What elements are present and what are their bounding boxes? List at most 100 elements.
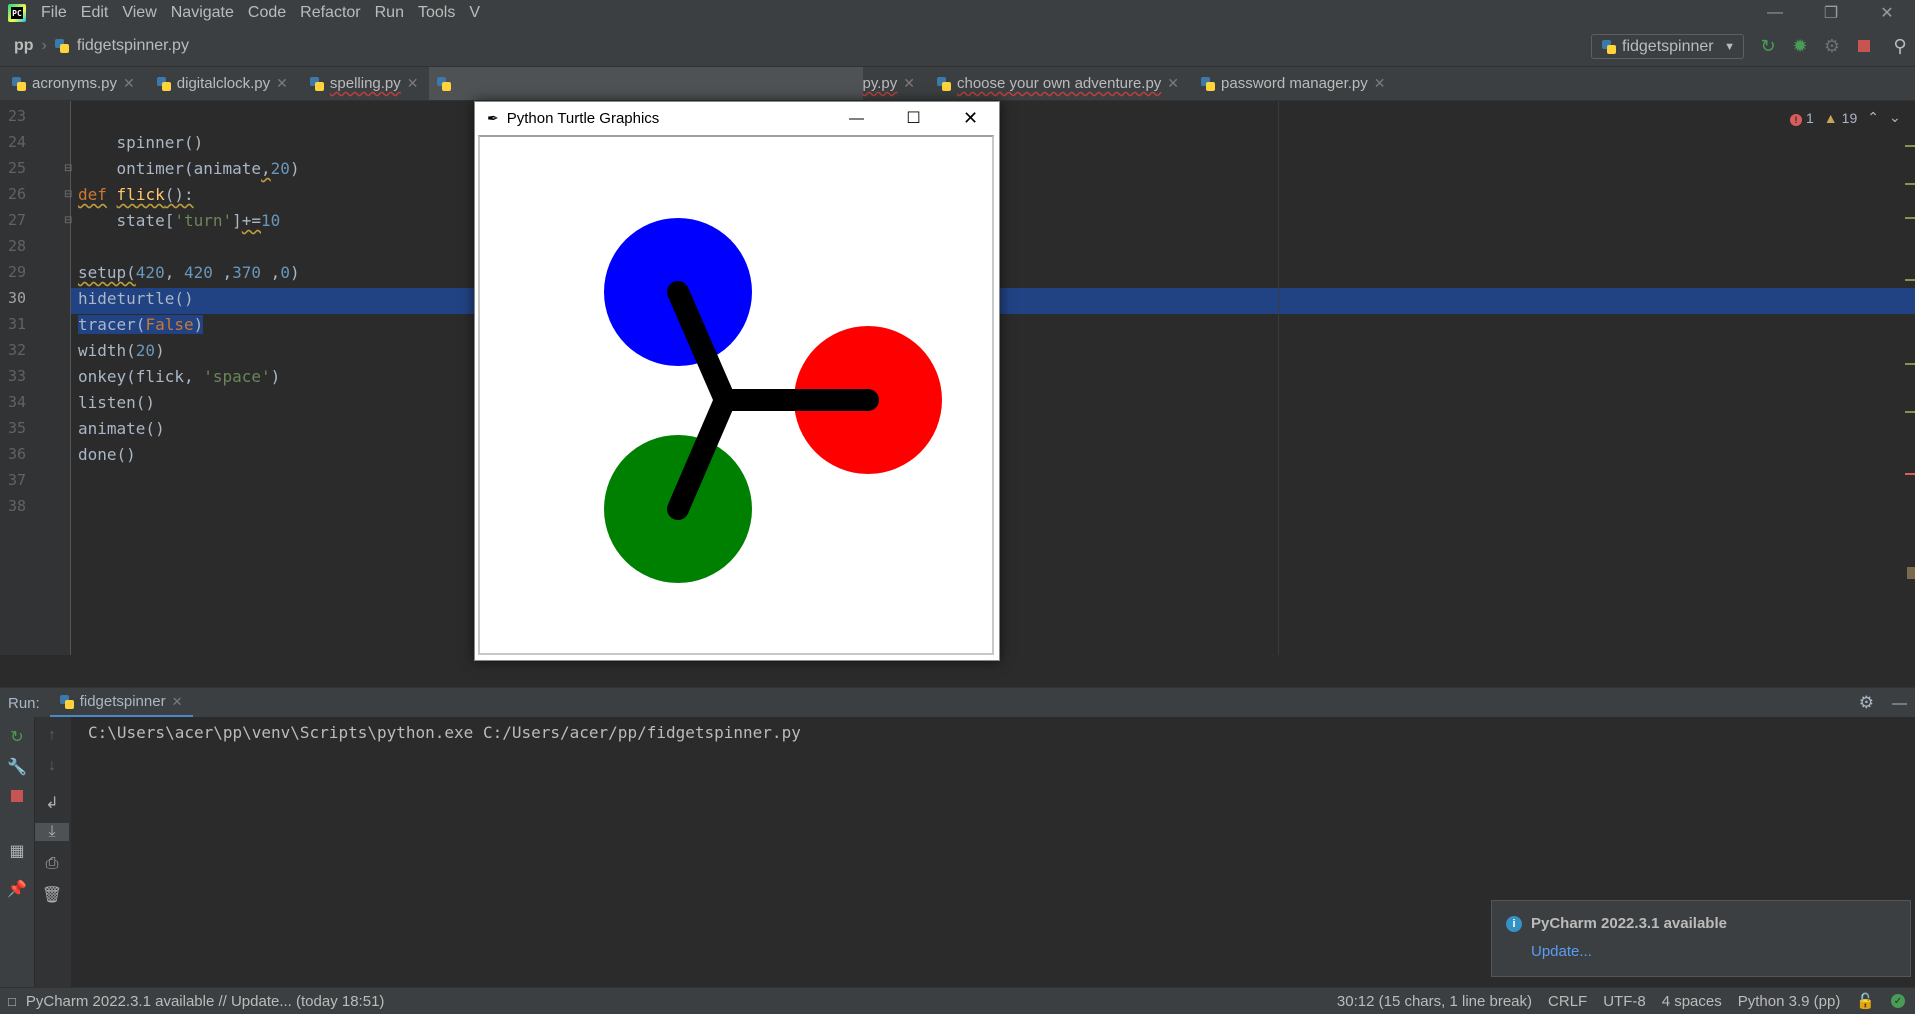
line-number: 34: [7, 393, 26, 411]
stop-icon[interactable]: [1852, 34, 1876, 58]
menu-tools[interactable]: Tools: [411, 0, 462, 26]
menu-edit[interactable]: Edit: [74, 0, 116, 26]
menu-refactor[interactable]: Refactor: [293, 0, 367, 26]
rerun-icon[interactable]: ↻: [0, 727, 34, 747]
status-bar: □ PyCharm 2022.3.1 available // Update..…: [0, 987, 1915, 1014]
rerun-icon[interactable]: ↻: [1756, 34, 1780, 58]
breadcrumb-file[interactable]: fidgetspinner.py: [77, 37, 189, 55]
run-tab-fidgetspinner[interactable]: fidgetspinner ✕: [49, 688, 193, 718]
line-number: 26: [7, 185, 26, 203]
tab-password-manager[interactable]: password manager.py ✕: [1189, 67, 1395, 100]
close-tab-icon[interactable]: ✕: [903, 75, 915, 92]
menu-file[interactable]: File: [34, 0, 74, 26]
line-number: 29: [7, 263, 26, 281]
info-icon: i: [1506, 916, 1522, 932]
trash-icon[interactable]: 🗑: [35, 885, 69, 905]
stop-icon[interactable]: [0, 789, 34, 807]
menu-navigate[interactable]: Navigate: [164, 0, 241, 26]
search-icon[interactable]: ⚲: [1888, 34, 1912, 58]
console-output[interactable]: C:\Users\acer\pp\venv\Scripts\python.exe…: [88, 723, 801, 742]
python-file-icon: [1201, 76, 1216, 91]
soft-wrap-icon[interactable]: ↲: [35, 793, 69, 813]
line-number: 28: [7, 237, 26, 255]
close-tab-icon[interactable]: ✕: [1374, 75, 1386, 92]
close-tab-icon[interactable]: ✕: [276, 75, 288, 92]
menu-run[interactable]: Run: [368, 0, 411, 26]
python-file-icon: [156, 76, 171, 91]
navigation-bar: pp › fidgetspinner.py fidgetspinner ▼ ↻ …: [0, 26, 1915, 67]
menu-view[interactable]: View: [115, 0, 163, 26]
warning-marker[interactable]: [1905, 183, 1915, 185]
warning-marker[interactable]: [1905, 411, 1915, 413]
hide-panel-icon[interactable]: —: [1892, 695, 1907, 712]
menu-code[interactable]: Code: [241, 0, 293, 26]
close-icon[interactable]: ✕: [1859, 0, 1915, 26]
close-icon[interactable]: ✕: [942, 108, 999, 129]
fold-icon[interactable]: ⊟: [64, 163, 72, 174]
error-marker[interactable]: [1905, 473, 1915, 475]
print-icon[interactable]: ⎙: [35, 855, 69, 873]
tab-spelling[interactable]: spelling.py ✕: [298, 67, 429, 100]
coverage-icon[interactable]: ⚙: [1820, 34, 1844, 58]
chevron-down-icon[interactable]: ⌄: [1889, 109, 1901, 126]
line-number: 32: [7, 341, 26, 359]
tab-acronyms[interactable]: acronyms.py ✕: [0, 67, 145, 100]
line-number-gutter: 23 24 25 26 27 28 29 30 31 32 33 34 35 3…: [0, 101, 72, 655]
turtle-window-titlebar[interactable]: ✒ Python Turtle Graphics — ☐ ✕: [475, 102, 999, 134]
arrow-down-icon[interactable]: ↓: [35, 757, 69, 775]
tab-label: py.py: [862, 75, 898, 92]
layout-icon[interactable]: ▦: [0, 841, 34, 861]
tab-choose-your-own-adventure[interactable]: choose your own adventure.py ✕: [925, 67, 1189, 100]
tab-digitalclock[interactable]: digitalclock.py ✕: [145, 67, 298, 100]
line-number: 27: [7, 211, 26, 229]
wrench-icon[interactable]: 🔧: [0, 757, 34, 777]
warning-marker[interactable]: [1905, 363, 1915, 365]
line-separator[interactable]: CRLF: [1548, 993, 1587, 1010]
warning-marker[interactable]: [1905, 279, 1915, 281]
close-tab-icon[interactable]: ✕: [1167, 75, 1179, 92]
minimize-icon[interactable]: —: [828, 110, 885, 127]
panel-toggle-icon[interactable]: □: [8, 994, 16, 1009]
line-number: 36: [7, 445, 26, 463]
arrow-up-icon[interactable]: ↑: [35, 727, 69, 745]
inspection-widget[interactable]: ! 1 ▲ 19 ⌃ ⌄: [1790, 109, 1901, 126]
warning-marker[interactable]: [1905, 145, 1915, 147]
check-icon[interactable]: ✓: [1891, 994, 1905, 1008]
menu-vcs[interactable]: V: [462, 0, 487, 26]
update-link[interactable]: Update...: [1531, 943, 1592, 960]
pin-icon[interactable]: 📌: [0, 879, 34, 899]
scrollbar-thumb[interactable]: [1907, 567, 1915, 579]
tab-fidgetspinner[interactable]: [428, 67, 863, 100]
breadcrumb-project[interactable]: pp: [14, 37, 34, 55]
close-tab-icon[interactable]: ✕: [407, 75, 419, 92]
fold-icon[interactable]: ⊟: [64, 215, 72, 226]
indent-setting[interactable]: 4 spaces: [1662, 993, 1722, 1010]
right-margin-guide: [1278, 101, 1279, 655]
minimize-icon[interactable]: —: [1747, 0, 1803, 26]
lock-icon[interactable]: 🔓: [1856, 992, 1875, 1010]
code-editor[interactable]: 23 24 25 26 27 28 29 30 31 32 33 34 35 3…: [0, 101, 1915, 661]
warning-icon: ▲: [1823, 109, 1838, 126]
scroll-to-end-icon[interactable]: ⤓: [35, 823, 69, 841]
close-tab-icon[interactable]: ✕: [123, 75, 135, 92]
code-line: spinner(): [78, 133, 204, 152]
tab-label: acronyms.py: [32, 75, 118, 92]
tab-py[interactable]: py.py ✕: [863, 67, 925, 100]
run-configuration-select[interactable]: fidgetspinner ▼: [1591, 34, 1744, 59]
warning-marker[interactable]: [1905, 217, 1915, 219]
restore-icon[interactable]: ❐: [1803, 0, 1859, 26]
fidget-spinner-drawing: [604, 218, 942, 583]
debug-icon[interactable]: ✹: [1788, 34, 1812, 58]
maximize-icon[interactable]: ☐: [885, 108, 942, 128]
python-interpreter[interactable]: Python 3.9 (pp): [1738, 993, 1841, 1010]
caret-position[interactable]: 30:12 (15 chars, 1 line break): [1337, 993, 1532, 1010]
chevron-up-icon[interactable]: ⌃: [1867, 109, 1879, 126]
gear-icon[interactable]: ⚙: [1859, 693, 1874, 713]
close-tab-icon[interactable]: ✕: [172, 694, 183, 710]
file-encoding[interactable]: UTF-8: [1603, 993, 1646, 1010]
breadcrumb-separator-icon: ›: [41, 37, 47, 54]
turtle-canvas[interactable]: [478, 135, 994, 655]
status-message[interactable]: PyCharm 2022.3.1 available // Update... …: [26, 993, 385, 1010]
turtle-graphics-window[interactable]: ✒ Python Turtle Graphics — ☐ ✕: [474, 101, 1000, 661]
fold-icon[interactable]: ⊟: [64, 189, 72, 200]
